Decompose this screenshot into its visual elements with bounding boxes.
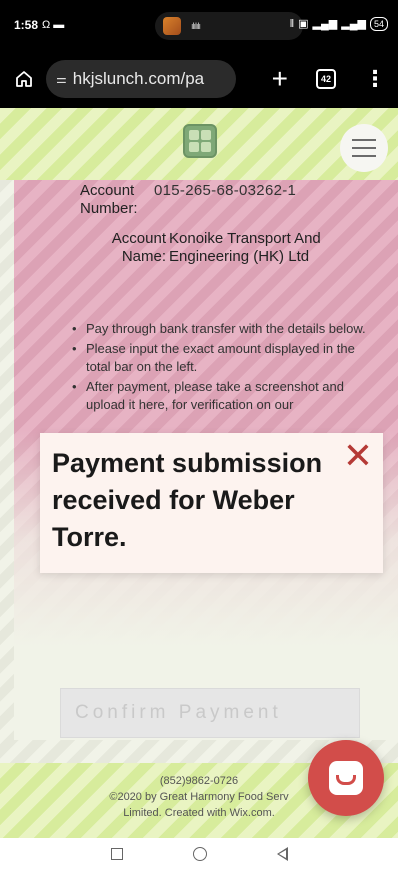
site-settings-icon[interactable]: ⚌ (56, 72, 67, 86)
chat-button[interactable] (308, 740, 384, 816)
recents-button[interactable] (110, 848, 123, 860)
browser-toolbar: ⚌ hkjslunch.com/pa + 42 ⋮ (0, 50, 398, 108)
toast-message: Payment submission received for Weber To… (52, 448, 323, 552)
system-nav-bar (0, 838, 398, 870)
status-bar: 1:58 Ω ▬ ılılılı ‖ ▣ ▂▄▆ ▂▄▆ 54 (0, 0, 398, 50)
account-name-label: Account Name: (111, 230, 166, 265)
audio-wave-icon: ılılılı (191, 21, 201, 31)
hamburger-icon (352, 139, 376, 141)
account-number-value: 015-265-68-03262-1 (154, 182, 297, 199)
headphones-icon: Ω (42, 18, 51, 31)
confirm-payment-button[interactable]: Confirm Payment (60, 688, 360, 738)
payment-instructions: Pay through bank transfer with the detai… (72, 320, 368, 416)
battery-icon: 54 (369, 17, 388, 31)
status-time: 1:58 (14, 18, 39, 32)
signal-2-icon: ▂▄▆ (341, 17, 366, 30)
site-logo[interactable] (183, 124, 217, 158)
signal-icon: ▂▄▆ (312, 17, 338, 30)
web-page: Account Number: 015-265-68-03262-1 Accou… (0, 108, 398, 838)
home-button[interactable] (10, 65, 38, 93)
instruction-item: Pay through bank transfer with the detai… (72, 320, 368, 338)
vibrate-icon: ‖ (289, 17, 295, 30)
instruction-item: After payment, please take a screenshot … (72, 378, 368, 414)
address-bar[interactable]: ⚌ hkjslunch.com/pa (46, 60, 236, 98)
media-thumbnail (163, 17, 181, 35)
account-name-value: Konoike Transport And Engineering (HK) L… (169, 230, 321, 265)
back-button[interactable] (276, 847, 288, 861)
network-icon: ▣ (298, 17, 309, 30)
new-tab-button[interactable]: + (272, 65, 288, 93)
home-nav-button[interactable] (192, 847, 207, 861)
media-pill[interactable]: ılılılı (155, 12, 303, 40)
submission-toast: Payment submission received for Weber To… (40, 433, 383, 573)
browser-menu-button[interactable]: ⋮ (364, 68, 386, 90)
chat-icon (329, 761, 363, 795)
tab-switcher-button[interactable]: 42 (316, 69, 336, 89)
phone-screen: 1:58 Ω ▬ ılılılı ‖ ▣ ▂▄▆ ▂▄▆ 54 ⚌ hkjslu… (0, 0, 398, 870)
home-icon (16, 71, 32, 87)
site-header (0, 108, 398, 180)
message-icon: ▬ (53, 18, 65, 31)
instruction-item: Please input the exact amount displayed … (72, 340, 368, 376)
hamburger-menu-button[interactable] (340, 124, 388, 172)
close-icon[interactable]: ✕ (341, 438, 375, 475)
url-text: hkjslunch.com/pa (72, 69, 205, 88)
account-number-label: Account Number: (80, 182, 138, 217)
